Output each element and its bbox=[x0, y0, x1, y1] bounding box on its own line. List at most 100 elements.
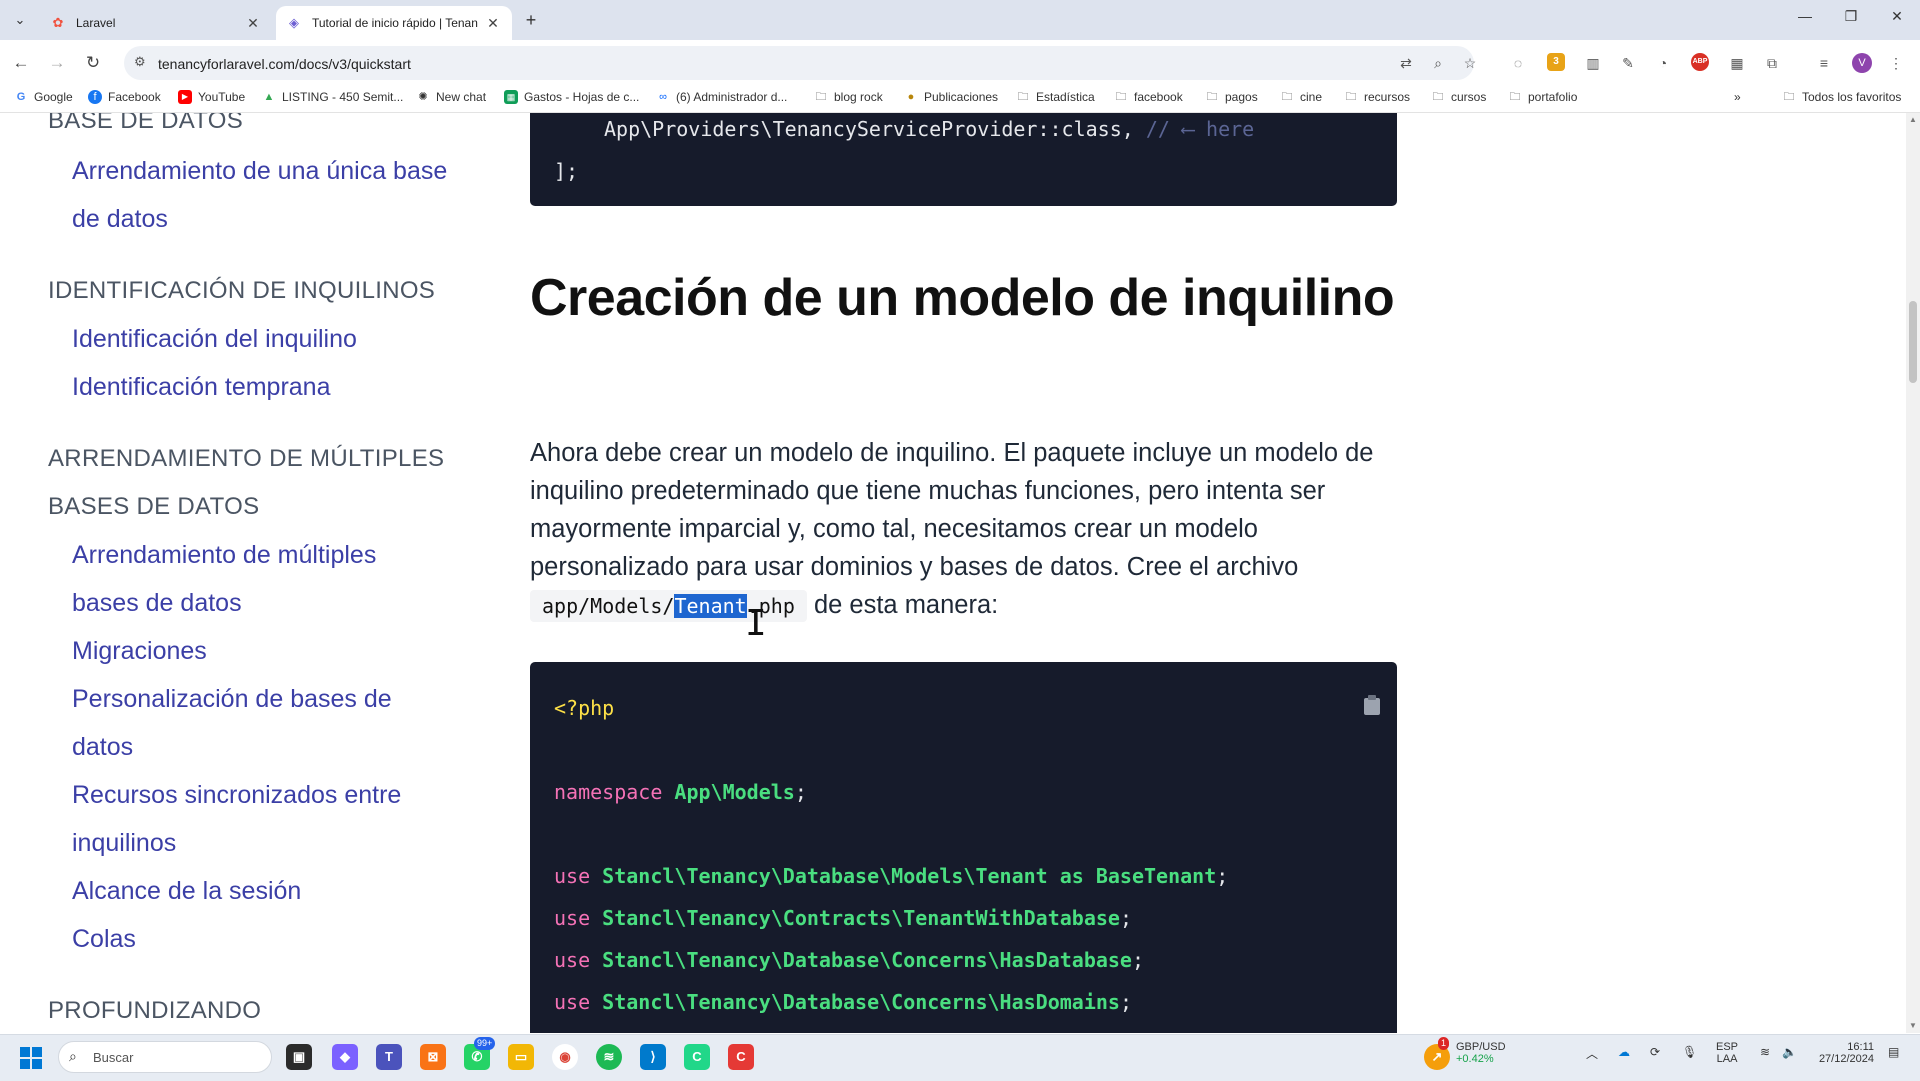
code-punct: ; bbox=[1131, 948, 1145, 972]
sidebar-link[interactable]: Identificación del inquilino bbox=[72, 325, 357, 354]
language-indicator[interactable]: ESP LAA bbox=[1716, 1041, 1738, 1065]
url-input[interactable] bbox=[156, 53, 1160, 75]
sidebar-section-title: BASES DE DATOS bbox=[48, 493, 260, 520]
sidebar-link[interactable]: Colas bbox=[72, 925, 136, 954]
bookmark-star-icon[interactable]: ☆ bbox=[1459, 52, 1481, 74]
sync-icon[interactable]: ⟳ bbox=[1650, 1045, 1660, 1059]
close-icon[interactable]: ✕ bbox=[244, 15, 262, 32]
bookmark-label: YouTube bbox=[198, 90, 246, 104]
profile-avatar[interactable]: V bbox=[1852, 53, 1872, 73]
extension-badge-icon[interactable]: 3 bbox=[1547, 53, 1565, 71]
sidebar-link[interactable]: datos bbox=[72, 733, 133, 762]
stock-badge: 1 bbox=[1438, 1037, 1450, 1050]
bookmark-publicaciones[interactable]: ● Publicaciones bbox=[904, 90, 998, 104]
adblock-icon[interactable]: ABP bbox=[1691, 53, 1709, 71]
tab-search-button[interactable]: ⌄ bbox=[8, 8, 32, 32]
bookmark-youtube[interactable]: ▶ YouTube bbox=[178, 90, 245, 104]
site-info-icon[interactable]: ⚙ bbox=[134, 54, 146, 70]
new-tab-button[interactable]: + bbox=[520, 10, 542, 32]
bookmark-facebook-folder[interactable]: 🗀 facebook bbox=[1114, 90, 1183, 104]
bookmark-listing[interactable]: ▲ LISTING - 450 Semit... bbox=[262, 90, 404, 104]
sidebar-link[interactable]: Migraciones bbox=[72, 637, 207, 666]
volume-icon[interactable]: 🔈 bbox=[1782, 1045, 1797, 1059]
sheets-icon: ▦ bbox=[504, 90, 518, 104]
sidebar-link[interactable]: Arrendamiento de una única base bbox=[72, 157, 447, 186]
bookmark-label: blog rock bbox=[834, 90, 883, 104]
sidebar-link[interactable]: de datos bbox=[72, 205, 168, 234]
bookmark-cine[interactable]: 🗀 cine bbox=[1280, 90, 1323, 104]
scrollbar-thumb[interactable] bbox=[1909, 301, 1917, 383]
pycharm-icon[interactable]: C bbox=[684, 1044, 710, 1070]
tab-tutorial[interactable]: ◈ Tutorial de inicio rápido | Tenan ✕ bbox=[276, 6, 512, 40]
sidebar-link[interactable]: Alcance de la sesión bbox=[72, 877, 301, 906]
reload-button[interactable]: ↻ bbox=[82, 52, 104, 74]
bookmark-facebook[interactable]: f Facebook bbox=[88, 90, 161, 104]
zoom-icon[interactable]: ⌕ bbox=[1427, 52, 1449, 74]
copilot-icon[interactable]: ◆ bbox=[332, 1044, 358, 1070]
close-window-icon[interactable]: ✕ bbox=[1882, 8, 1912, 25]
wifi-icon[interactable]: ≋ bbox=[1760, 1045, 1770, 1059]
bookmark-all-favorites[interactable]: 🗀 Todos los favoritos bbox=[1782, 90, 1902, 104]
bookmark-google[interactable]: G Google bbox=[14, 90, 73, 104]
qr-code-icon[interactable]: ▦ bbox=[1726, 52, 1748, 74]
menu-icon[interactable]: ⋮ bbox=[1885, 52, 1907, 74]
file-explorer-icon[interactable]: ▭ bbox=[508, 1044, 534, 1070]
page-scrollbar[interactable]: ▲ ▼ bbox=[1906, 113, 1920, 1033]
bookmark-administrador[interactable]: ∞ (6) Administrador d... bbox=[656, 90, 787, 104]
teams-icon[interactable]: T bbox=[376, 1044, 402, 1070]
tray-overflow-icon[interactable]: ︿ bbox=[1586, 1045, 1598, 1062]
sidebar-link[interactable]: Recursos sincronizados entre bbox=[72, 781, 401, 810]
notifications-icon[interactable]: ▤ bbox=[1888, 1045, 1899, 1059]
sidebar-link[interactable]: inquilinos bbox=[72, 829, 176, 858]
stock-widget[interactable]: GBP/USD +0.42% bbox=[1456, 1041, 1506, 1065]
address-bar[interactable]: ⚙ bbox=[124, 46, 1474, 80]
stock-name: GBP/USD bbox=[1456, 1041, 1506, 1053]
restore-icon[interactable]: ❐ bbox=[1836, 8, 1866, 25]
translate-icon[interactable]: ⇄ bbox=[1395, 52, 1417, 74]
clock[interactable]: 16:11 27/12/2024 bbox=[1812, 1041, 1874, 1065]
sidebar-link[interactable]: bases de datos bbox=[72, 589, 242, 618]
bookmark-estadistica[interactable]: 🗀 Estadística bbox=[1016, 90, 1095, 104]
bookmark-blog-rock[interactable]: 🗀 blog rock bbox=[814, 90, 883, 104]
forward-button[interactable]: → bbox=[46, 52, 68, 74]
xampp-icon[interactable]: ⊠ bbox=[420, 1044, 446, 1070]
vscode-icon[interactable]: ⟩ bbox=[640, 1044, 666, 1070]
minimize-icon[interactable]: — bbox=[1790, 8, 1820, 24]
bookmark-cursos[interactable]: 🗀 cursos bbox=[1431, 90, 1487, 104]
scroll-down-icon[interactable]: ▼ bbox=[1906, 1019, 1920, 1033]
spotify-icon[interactable]: ≋ bbox=[596, 1044, 622, 1070]
sidebar-link[interactable]: Personalización de bases de bbox=[72, 685, 392, 714]
bookmarks-overflow-button[interactable]: » bbox=[1734, 90, 1741, 104]
tab-laravel[interactable]: ✿ Laravel ✕ bbox=[40, 6, 272, 40]
microphone-icon[interactable]: 🎙 bbox=[1682, 1045, 1697, 1059]
chrome-icon[interactable]: ◉ bbox=[552, 1044, 578, 1070]
bookmark-gastos[interactable]: ▦ Gastos - Hojas de c... bbox=[504, 90, 639, 104]
pen-extension-icon[interactable]: ✎ bbox=[1617, 52, 1639, 74]
task-view-icon[interactable]: ▣ bbox=[286, 1044, 312, 1070]
back-button[interactable]: ← bbox=[10, 52, 32, 74]
bookmark-new-chat[interactable]: ✺ New chat bbox=[416, 90, 486, 104]
windows-taskbar: ⌕ Buscar ▣ ◆ T ⊠ ✆ 99+ ▭ ◉ ≋ ⟩ C C ↗ 1 G… bbox=[0, 1034, 1920, 1081]
bookmark-portafolio[interactable]: 🗀 portafolio bbox=[1508, 90, 1578, 104]
bookmark-recursos[interactable]: 🗀 recursos bbox=[1344, 90, 1411, 104]
clipboard-icon[interactable] bbox=[1363, 694, 1381, 716]
extension-cloud-icon[interactable]: ◔ bbox=[1652, 52, 1674, 74]
scroll-up-icon[interactable]: ▲ bbox=[1906, 113, 1920, 127]
close-icon[interactable]: ✕ bbox=[484, 15, 502, 32]
windows-start-icon[interactable] bbox=[20, 1047, 42, 1069]
taskbar-search[interactable]: ⌕ Buscar bbox=[58, 1041, 272, 1073]
folder-icon: 🗀 bbox=[1509, 91, 1521, 103]
bookmark-pagos[interactable]: 🗀 pagos bbox=[1205, 90, 1258, 104]
media-control-icon[interactable]: ≡ bbox=[1813, 52, 1835, 74]
folder-icon: 🗀 bbox=[1281, 91, 1293, 103]
sidebar-link[interactable]: Identificación temprana bbox=[72, 373, 330, 402]
folder-icon: 🗀 bbox=[1783, 91, 1795, 103]
onedrive-icon[interactable]: ☁ bbox=[1618, 1045, 1630, 1059]
devtools-extension-icon[interactable]: ▥ bbox=[1582, 52, 1604, 74]
sidebar-link[interactable]: Arrendamiento de múltiples bbox=[72, 541, 376, 570]
paragraph-tail: de esta manera: bbox=[806, 591, 999, 619]
app-red-icon[interactable]: C bbox=[728, 1044, 754, 1070]
extensions-puzzle-icon[interactable]: ⧉ bbox=[1761, 52, 1783, 74]
code-line: use Stancl\Tenancy\Database\Concerns\Has… bbox=[554, 948, 1144, 972]
extension-circle-icon[interactable]: ◌ bbox=[1507, 52, 1529, 74]
